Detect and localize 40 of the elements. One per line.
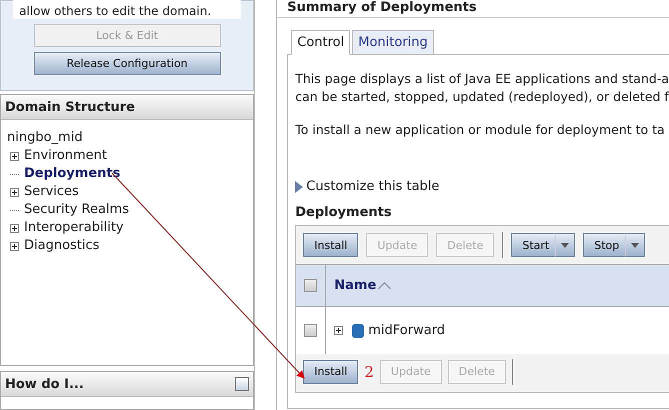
table-title: Deployments	[295, 205, 393, 220]
tree-item[interactable]: Security Realms	[24, 201, 129, 219]
expand-icon[interactable]	[10, 188, 19, 196]
tree-item[interactable]: Deployments	[24, 165, 120, 183]
tree-item[interactable]: Environment	[24, 147, 108, 165]
expand-icon[interactable]	[10, 224, 19, 232]
tree-item[interactable]: Services	[24, 183, 79, 201]
tab[interactable]: Control	[291, 30, 350, 55]
description-text: can be started, stopped, updated (redeployed), or deleted f	[295, 88, 669, 106]
tab[interactable]: Monitoring	[352, 30, 434, 55]
description-text: This page displays a list of Java EE applications and stand-a	[295, 70, 669, 88]
expand-icon[interactable]	[334, 326, 344, 335]
panel-header: Domain Structure	[1, 95, 254, 120]
select-all-checkbox[interactable]	[304, 279, 318, 292]
tree-item[interactable]: Interoperability	[24, 219, 124, 237]
application-icon	[352, 324, 364, 338]
tree-item[interactable]: Diagnostics	[24, 237, 100, 255]
toolbar-button[interactable]: Start	[511, 233, 556, 257]
page-title: Summary of Deployments	[277, 0, 669, 18]
dropdown-button[interactable]	[625, 233, 646, 257]
row-checkbox[interactable]	[304, 324, 318, 337]
toolbar-button[interactable]: Install	[303, 360, 358, 384]
panel-header: How do I...	[5, 376, 84, 392]
customize-link[interactable]: Customize this table	[306, 179, 440, 194]
table-cell: midForward	[368, 323, 446, 338]
toolbar-button[interactable]: Install	[303, 233, 358, 257]
caret-icon	[561, 242, 570, 248]
help-text: allow others to edit the domain.	[19, 5, 212, 17]
dropdown-button[interactable]	[555, 233, 576, 257]
expand-icon[interactable]	[10, 152, 19, 160]
tree-root[interactable]: ningbo_mid	[7, 129, 248, 147]
release-configuration-button[interactable]: Release Configuration	[34, 52, 221, 75]
description-text: To install a new application or module for deployment to ta	[295, 121, 666, 139]
expand-icon[interactable]	[10, 242, 19, 250]
column-header[interactable]: Name	[334, 278, 376, 293]
expand-triangle-icon[interactable]	[295, 180, 304, 192]
caret-icon	[631, 242, 640, 248]
toolbar-button[interactable]: Stop	[583, 233, 626, 257]
restore-icon[interactable]	[235, 377, 250, 391]
annotation-number: 2	[364, 362, 374, 380]
